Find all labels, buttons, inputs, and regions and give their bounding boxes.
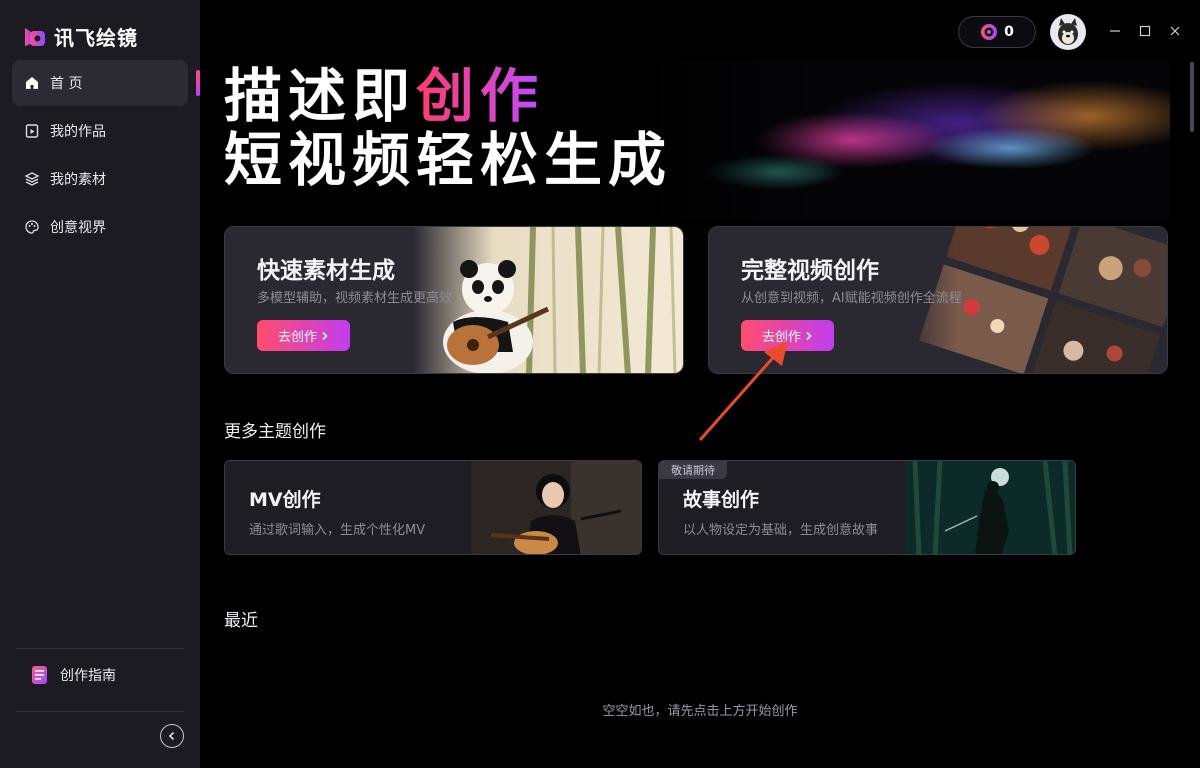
hero-headline-highlight: 创作 <box>416 62 545 130</box>
home-icon <box>26 77 38 89</box>
sidebar-item-label: 创意视界 <box>50 220 106 236</box>
sidebar-divider <box>16 648 184 649</box>
sidebar-divider <box>16 711 184 712</box>
chevron-left-icon <box>168 731 175 741</box>
hero-artwork <box>640 60 1170 220</box>
mv-theme-card[interactable]: MV创作 通过歌词输入，生成个性化MV <box>224 460 642 555</box>
sidebar-item-my-works[interactable]: 我的作品 <box>12 108 188 154</box>
sidebar-nav: 首 页 我的作品 我的素材 创意视界 <box>12 60 188 252</box>
layers-icon <box>24 172 40 186</box>
logo-text: 讯飞绘镜 <box>54 26 138 50</box>
sidebar-item-guide[interactable]: 创作指南 <box>30 664 116 686</box>
story-theme-card[interactable]: 敬请期待 故事创作 以人物设定为基础，生成创意故事 <box>658 460 1076 555</box>
samurai-bamboo-illustration <box>905 461 1075 554</box>
close-button[interactable] <box>1168 24 1182 38</box>
chevron-right-icon <box>322 331 328 340</box>
card-subtitle: 从创意到视频，AI赋能视频创作全流程 <box>741 291 962 306</box>
card-subtitle: 多模型辅助，视频素材生成更高效 <box>257 291 453 306</box>
avatar[interactable] <box>1050 14 1086 50</box>
guide-icon <box>32 666 47 684</box>
maximize-button[interactable] <box>1138 24 1152 38</box>
coming-soon-badge: 敬请期待 <box>659 461 727 479</box>
section-title: 更多主题创作 <box>224 422 326 442</box>
sidebar-item-my-assets[interactable]: 我的素材 <box>12 156 188 202</box>
quick-asset-create-button[interactable]: 去创作 <box>257 320 350 351</box>
credits-count: 0 <box>1004 24 1014 40</box>
scrollbar[interactable] <box>1190 62 1194 132</box>
theme-subtitle: 通过歌词输入，生成个性化MV <box>249 523 426 538</box>
card-title: 完整视频创作 <box>741 258 879 284</box>
quick-asset-card[interactable]: 快速素材生成 多模型辅助，视频素材生成更高效 去创作 <box>224 226 684 374</box>
empty-state-text: 空空如也，请先点击上方开始创作 <box>602 704 798 719</box>
collapse-sidebar-button[interactable] <box>160 724 184 748</box>
chevron-right-icon <box>806 331 812 340</box>
sidebar: 讯飞绘镜 首 页 我的作品 我的素材 创意视界 创作指南 <box>0 0 200 768</box>
credits-badge[interactable]: 0 <box>958 16 1036 48</box>
guide-label: 创作指南 <box>60 668 116 684</box>
minimize-button[interactable] <box>1108 24 1122 38</box>
card-title: 快速素材生成 <box>257 258 395 284</box>
app-logo[interactable]: 讯飞绘镜 <box>22 22 138 51</box>
hero-headline: 描述即创作 <box>224 64 544 128</box>
works-icon <box>25 124 39 138</box>
sidebar-item-label: 我的作品 <box>50 124 106 140</box>
active-indicator <box>196 70 200 96</box>
theme-title: MV创作 <box>249 489 321 511</box>
panda-guitar-illustration <box>413 227 683 373</box>
sidebar-item-label: 首 页 <box>50 76 83 92</box>
palette-icon <box>25 220 39 234</box>
button-label: 去创作 <box>277 330 317 345</box>
theme-title: 故事创作 <box>683 489 760 511</box>
hero-headline-part: 描述即 <box>224 62 417 130</box>
girl-guitar-illustration <box>471 461 641 554</box>
hero-subheadline: 短视频轻松生成 <box>224 126 673 194</box>
sidebar-item-creative-vision[interactable]: 创意视界 <box>12 204 188 250</box>
sidebar-item-home[interactable]: 首 页 <box>12 60 188 106</box>
pointer-arrow-icon <box>698 340 788 441</box>
coin-icon <box>981 24 998 40</box>
sidebar-item-label: 我的素材 <box>50 172 106 188</box>
hero-banner: 描述即创作 短视频轻松生成 <box>220 60 1170 220</box>
theme-subtitle: 以人物设定为基础，生成创意故事 <box>683 523 879 538</box>
dog-avatar-icon <box>1058 18 1078 45</box>
recent-title: 最近 <box>224 611 258 631</box>
logo-icon <box>25 27 45 46</box>
